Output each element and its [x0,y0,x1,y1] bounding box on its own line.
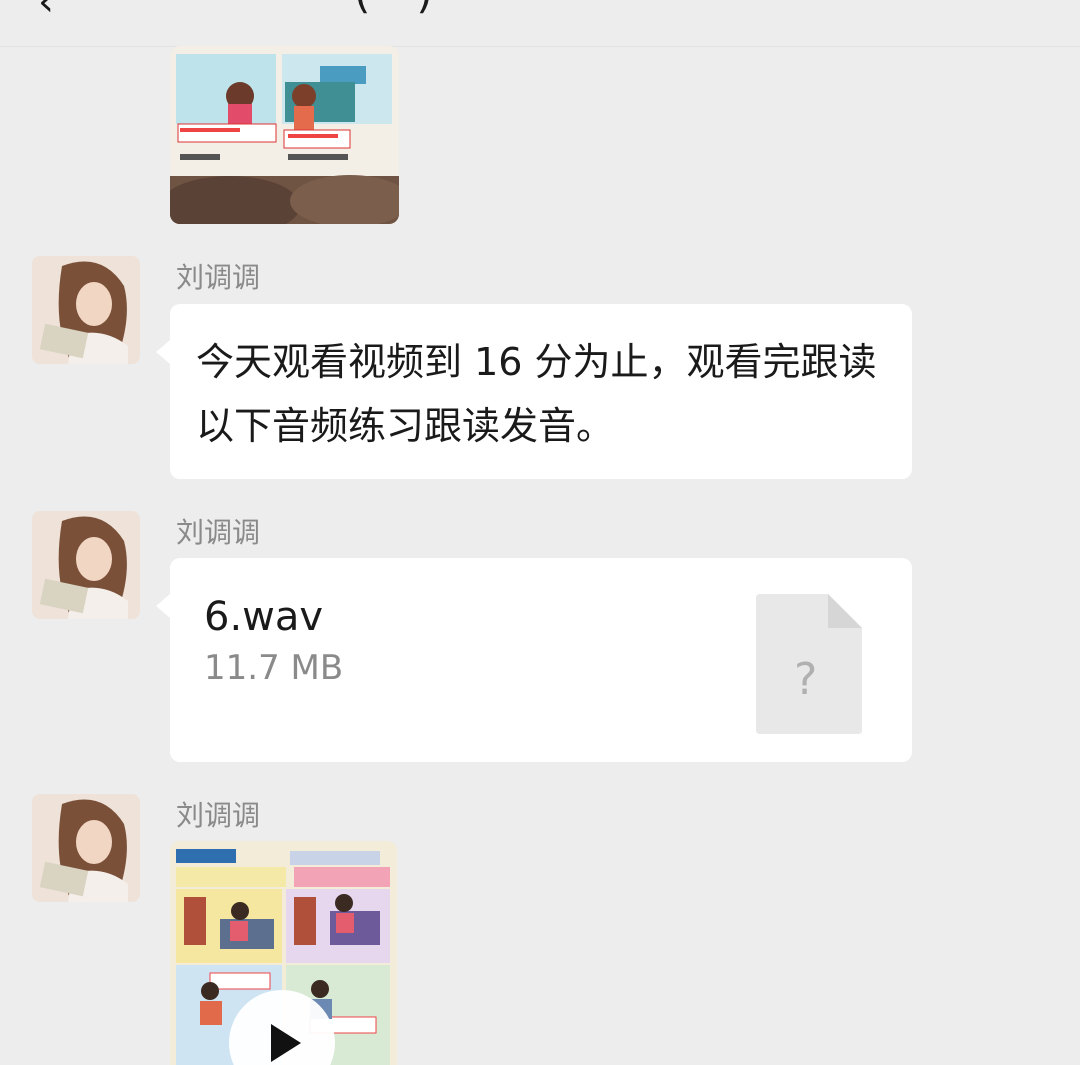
bubble-tail [156,340,170,364]
sender-avatar[interactable] [32,511,140,619]
sender-name: 刘调调 [176,799,261,832]
play-icon [271,1024,301,1062]
back-icon[interactable]: ‹ [38,0,54,22]
sender-avatar[interactable] [32,794,140,902]
sender-name: 刘调调 [176,261,261,294]
chat-title: ( ) [90,0,435,18]
bubble-tail [156,594,170,618]
textbook-photo-icon [170,46,399,224]
avatar-photo-icon [32,256,140,364]
text-message-bubble[interactable]: 今天观看视频到 16 分为止，观看完跟读以下音频练习跟读发音。 [156,304,912,479]
file-icon-glyph: ? [794,654,818,705]
unknown-file-icon: ? [756,594,862,734]
video-message-thumbnail[interactable] [170,841,397,1065]
file-name: 6.wav [204,594,324,640]
top-nav-bar: ‹ ( ) [0,0,1080,47]
sender-name: 刘调调 [176,516,261,549]
image-message-thumbnail[interactable] [170,46,399,224]
avatar-photo-icon [32,794,140,902]
file-message-bubble[interactable]: 6.wav 11.7 MB ? [156,558,912,762]
avatar-photo-icon [32,511,140,619]
message-text: 今天观看视频到 16 分为止，观看完跟读以下音频练习跟读发音。 [196,340,877,448]
file-size: 11.7 MB [204,648,344,688]
sender-avatar[interactable] [32,256,140,364]
